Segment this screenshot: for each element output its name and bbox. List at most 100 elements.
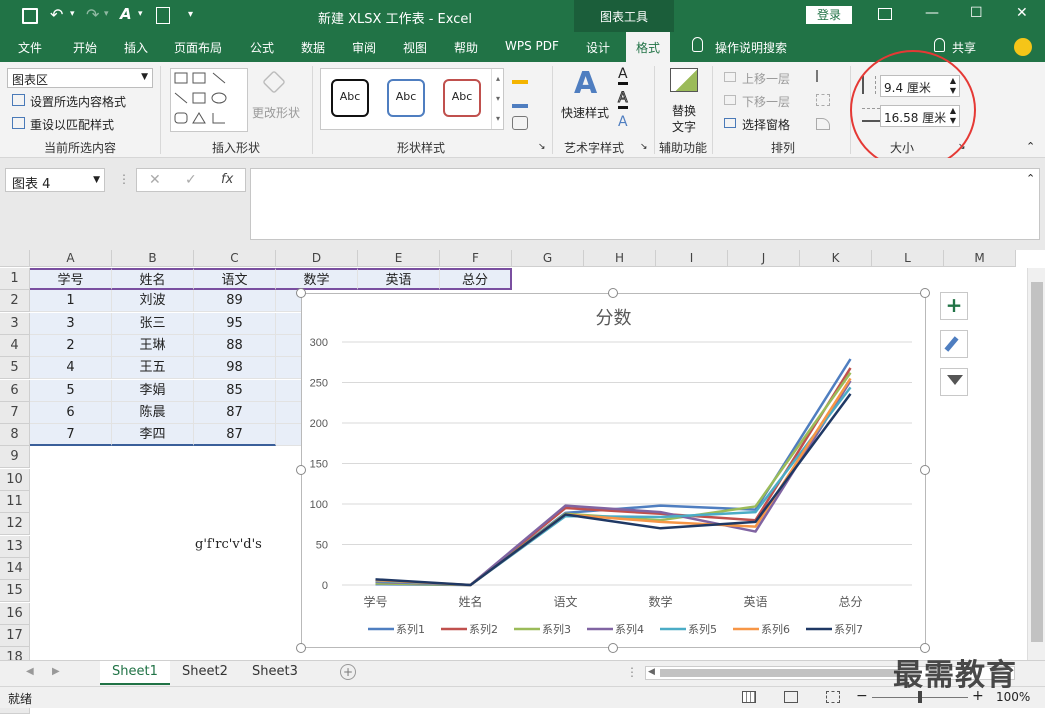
group-objects-icon[interactable]: [816, 94, 830, 106]
save-icon[interactable]: [22, 8, 38, 24]
table-cell[interactable]: 3: [30, 312, 112, 335]
legend-entry[interactable]: 系列4: [615, 622, 644, 636]
selection-pane-button[interactable]: 选择窗格: [742, 116, 790, 133]
table-header-cell[interactable]: 姓名: [112, 268, 194, 290]
series-line[interactable]: [375, 386, 852, 587]
vertical-scrollbar[interactable]: [1027, 268, 1045, 660]
text-outline-icon[interactable]: A: [618, 90, 628, 109]
table-cell[interactable]: 7: [30, 424, 112, 447]
series-line[interactable]: [375, 367, 852, 587]
close-button[interactable]: ✕: [1016, 5, 1028, 21]
stray-cell-text[interactable]: g'f'rc'v'd's: [195, 537, 262, 552]
print-preview-icon[interactable]: [156, 7, 170, 24]
shape-outline-icon[interactable]: [512, 92, 528, 108]
cancel-formula-icon[interactable]: ✕: [149, 172, 161, 188]
table-cell[interactable]: 95: [194, 312, 276, 335]
gallery-scroll[interactable]: ▴ ▾ ▾: [491, 69, 504, 129]
table-cell[interactable]: [276, 312, 302, 335]
tab-data[interactable]: 数据: [301, 39, 325, 56]
chart-plot[interactable]: 0 50 100 150 200 250 300 学号 姓名 语文 数学 英语 总分系列1 系列2 系列3 系…: [302, 294, 925, 647]
table-header-cell[interactable]: 数学: [276, 268, 358, 290]
column-header-b[interactable]: B: [112, 250, 194, 267]
confirm-formula-icon[interactable]: ✓: [185, 172, 197, 188]
resize-handle[interactable]: [296, 288, 306, 298]
smiley-feedback-icon[interactable]: [1014, 38, 1032, 56]
quick-styles-button[interactable]: 快速样式: [561, 104, 609, 121]
undo-icon[interactable]: ↶: [50, 5, 63, 24]
add-sheet-icon[interactable]: +: [340, 664, 356, 680]
table-cell[interactable]: [276, 379, 302, 402]
column-header-d[interactable]: D: [276, 250, 358, 267]
row-header-8[interactable]: 8: [0, 424, 30, 447]
tab-home[interactable]: 开始: [73, 39, 97, 56]
table-header-cell[interactable]: 总分: [440, 268, 512, 290]
table-cell[interactable]: 87: [194, 424, 276, 447]
align-icon[interactable]: [816, 70, 830, 82]
tab-formulas[interactable]: 公式: [250, 39, 274, 56]
chart-area[interactable]: 分数 0 50 100 150 200 250 300 学号 姓名 语文 数学 英语 总分 系列1 系列2 系…: [301, 293, 926, 648]
row-header-12[interactable]: 12: [0, 513, 30, 536]
tab-format[interactable]: 格式: [626, 32, 671, 62]
change-shape-button[interactable]: 更改形状: [252, 104, 300, 121]
undo-dropdown-icon[interactable]: ▾: [70, 9, 75, 19]
column-header-m[interactable]: M: [944, 250, 1016, 267]
text-effects-icon[interactable]: A: [618, 114, 628, 130]
page-layout-view-icon[interactable]: [784, 691, 798, 703]
table-cell[interactable]: [276, 357, 302, 380]
column-header-c[interactable]: C: [194, 250, 276, 267]
row-header-17[interactable]: 17: [0, 624, 30, 647]
quick-styles-a-icon[interactable]: A: [574, 66, 597, 101]
table-cell[interactable]: 李娟: [112, 379, 194, 402]
minimize-button[interactable]: —: [925, 5, 939, 21]
share-person-icon[interactable]: [934, 38, 945, 52]
resize-handle[interactable]: [920, 465, 930, 475]
legend-entry[interactable]: 系列3: [542, 622, 571, 636]
row-header-11[interactable]: 11: [0, 491, 30, 513]
alt-text-label-1[interactable]: 替换: [672, 102, 696, 119]
bring-forward-button[interactable]: 上移一层: [742, 70, 790, 87]
tell-me-search[interactable]: 操作说明搜索: [715, 39, 787, 56]
row-header-14[interactable]: 14: [0, 557, 30, 580]
table-cell[interactable]: 89: [194, 290, 276, 313]
format-selection-button[interactable]: 设置所选内容格式: [30, 93, 126, 110]
table-cell[interactable]: 王五: [112, 357, 194, 380]
tab-help[interactable]: 帮助: [454, 39, 478, 56]
column-header-l[interactable]: L: [872, 250, 944, 267]
legend-entry[interactable]: 系列5: [688, 622, 717, 636]
page-break-view-icon[interactable]: [826, 691, 840, 703]
shape-style-gallery[interactable]: Abc Abc Abc ▴ ▾ ▾: [320, 68, 504, 130]
share-button[interactable]: 共享: [952, 39, 976, 56]
table-cell[interactable]: [276, 401, 302, 424]
table-cell[interactable]: 6: [30, 401, 112, 424]
formula-input[interactable]: [250, 168, 1040, 240]
table-cell[interactable]: 王琳: [112, 334, 194, 357]
resize-handle[interactable]: [608, 288, 618, 298]
zoom-out-button[interactable]: −: [856, 688, 868, 704]
shape-style-orange[interactable]: Abc: [443, 79, 481, 117]
shape-effects-icon[interactable]: [512, 116, 528, 130]
table-header-cell[interactable]: 英语: [358, 268, 440, 290]
font-color-quick-icon[interactable]: A: [120, 5, 132, 23]
row-header-13[interactable]: 13: [0, 535, 30, 558]
table-cell[interactable]: 4: [30, 357, 112, 380]
legend-entry[interactable]: 系列7: [834, 622, 863, 636]
resize-handle[interactable]: [920, 288, 930, 298]
resize-handle[interactable]: [296, 465, 306, 475]
select-all-corner[interactable]: [0, 250, 30, 267]
table-cell[interactable]: 85: [194, 379, 276, 402]
shape-style-blue[interactable]: Abc: [387, 79, 425, 117]
sheet-tab-sheet1[interactable]: Sheet1: [100, 661, 170, 685]
tab-design[interactable]: 设计: [586, 39, 610, 56]
expand-formula-icon[interactable]: ⌃: [1026, 172, 1035, 185]
resize-handle[interactable]: [296, 643, 306, 653]
table-cell[interactable]: 5: [30, 379, 112, 402]
zoom-slider[interactable]: [872, 691, 968, 703]
collapse-ribbon-icon[interactable]: ⌃: [1026, 140, 1035, 153]
next-sheet-icon[interactable]: ▶: [52, 666, 60, 677]
chart-elements-button[interactable]: +: [940, 292, 968, 320]
row-header-6[interactable]: 6: [0, 379, 30, 402]
tab-review[interactable]: 审阅: [352, 39, 376, 56]
legend-entry[interactable]: 系列2: [469, 622, 498, 636]
insert-function-icon[interactable]: fx: [221, 172, 233, 187]
shape-styles-launcher-icon[interactable]: ↘: [538, 142, 546, 152]
